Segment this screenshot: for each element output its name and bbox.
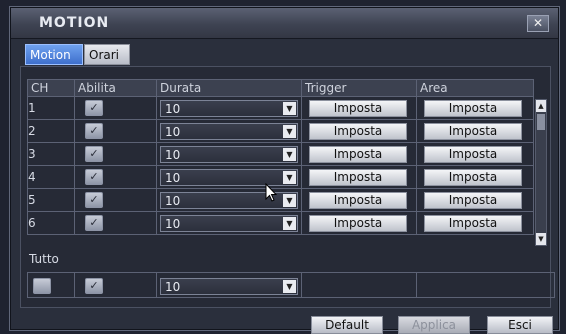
trigger-imposta-button[interactable]: Imposta [309,99,407,117]
scroll-up-icon[interactable]: ▲ [536,100,546,112]
durata-value: 10 [165,147,181,162]
check-icon: ✓ [89,101,99,114]
mouse-pointer-icon [265,183,277,202]
channel-number: 3 [27,142,75,166]
trigger-imposta-button[interactable]: Imposta [309,145,407,163]
scrollbar-thumb[interactable] [537,114,545,130]
check-icon: ✓ [89,193,99,206]
column-header-durata: Durata [156,79,302,97]
table-header-row: CH Abilita Durata Trigger Area [27,79,534,97]
applica-button[interactable]: Applica [398,316,470,334]
check-icon: ✓ [89,124,99,137]
durata-select[interactable]: 10 ▼ [160,145,298,163]
table-row: 1 ✓ 10 ▼ Imposta Imposta [27,96,534,120]
abilita-checkbox[interactable]: ✓ [85,123,103,139]
table-scrollbar[interactable]: ▲ ▼ [535,99,547,246]
channel-number: 6 [27,211,75,235]
tutto-row-table: ✓ 10 ▼ [27,272,555,298]
dropdown-arrow-icon[interactable]: ▼ [283,124,296,138]
abilita-checkbox[interactable]: ✓ [85,215,103,231]
durata-select[interactable]: 10 ▼ [160,191,298,209]
tab-motion[interactable]: Motion [25,44,83,65]
dropdown-arrow-icon[interactable]: ▼ [283,170,296,184]
motion-table: CH Abilita Durata Trigger Area 1 ✓ 10 ▼ I… [27,79,534,235]
dropdown-arrow-icon[interactable]: ▼ [283,216,296,230]
column-header-ch: CH [27,79,75,97]
trigger-imposta-button[interactable]: Imposta [309,168,407,186]
durata-select[interactable]: 10 ▼ [160,168,298,186]
tab-orari[interactable]: Orari [84,44,130,65]
abilita-checkbox[interactable]: ✓ [85,146,103,162]
title-bar: MOTION ✕ [11,8,558,39]
table-row: 3 ✓ 10 ▼ Imposta Imposta [27,142,534,166]
durata-value: 10 [165,193,181,208]
scroll-down-icon[interactable]: ▼ [536,233,546,245]
durata-value: 10 [165,101,181,116]
dropdown-arrow-icon[interactable]: ▼ [283,279,296,293]
durata-select[interactable]: 10 ▼ [160,214,298,232]
durata-value: 10 [165,279,181,294]
check-icon: ✓ [89,170,99,183]
check-icon: ✓ [89,279,99,292]
dropdown-arrow-icon[interactable]: ▼ [283,193,296,207]
esci-button[interactable]: Esci [487,316,553,334]
area-imposta-button[interactable]: Imposta [424,191,522,209]
dropdown-arrow-icon[interactable]: ▼ [283,147,296,161]
trigger-imposta-button[interactable]: Imposta [309,191,407,209]
default-button[interactable]: Default [311,316,383,334]
check-icon: ✓ [89,216,99,229]
tutto-abilita-checkbox[interactable]: ✓ [85,278,103,294]
area-imposta-button[interactable]: Imposta [424,168,522,186]
durata-value: 10 [165,170,181,185]
table-row: 2 ✓ 10 ▼ Imposta Imposta [27,119,534,143]
abilita-checkbox[interactable]: ✓ [85,169,103,185]
durata-value: 10 [165,124,181,139]
column-header-trigger: Trigger [301,79,417,97]
tutto-durata-select[interactable]: 10 ▼ [160,277,298,295]
column-header-area: Area [416,79,534,97]
tutto-label: Tutto [29,252,59,266]
tutto-row: ✓ 10 ▼ [27,272,555,298]
area-imposta-button[interactable]: Imposta [424,122,522,140]
abilita-checkbox[interactable]: ✓ [85,100,103,116]
tutto-select-all-checkbox[interactable] [33,278,51,294]
dropdown-arrow-icon[interactable]: ▼ [283,101,296,115]
table-row: 6 ✓ 10 ▼ Imposta Imposta [27,211,534,235]
durata-select[interactable]: 10 ▼ [160,122,298,140]
motion-panel: CH Abilita Durata Trigger Area 1 ✓ 10 ▼ I… [20,66,555,308]
channel-number: 5 [27,188,75,212]
table-row: 5 ✓ 10 ▼ Imposta Imposta [27,188,534,212]
tutto-trigger-cell [301,272,417,298]
table-row: 4 ✓ 10 ▼ Imposta Imposta [27,165,534,189]
abilita-checkbox[interactable]: ✓ [85,192,103,208]
trigger-imposta-button[interactable]: Imposta [309,214,407,232]
area-imposta-button[interactable]: Imposta [424,214,522,232]
tutto-area-cell [416,272,555,298]
channel-number: 1 [27,96,75,120]
channel-number: 4 [27,165,75,189]
area-imposta-button[interactable]: Imposta [424,99,522,117]
trigger-imposta-button[interactable]: Imposta [309,122,407,140]
channel-number: 2 [27,119,75,143]
check-icon: ✓ [89,147,99,160]
dialog-title: MOTION [39,15,110,31]
durata-select[interactable]: 10 ▼ [160,99,298,117]
column-header-abilita: Abilita [74,79,157,97]
durata-value: 10 [165,216,181,231]
close-button[interactable]: ✕ [527,15,549,32]
area-imposta-button[interactable]: Imposta [424,145,522,163]
